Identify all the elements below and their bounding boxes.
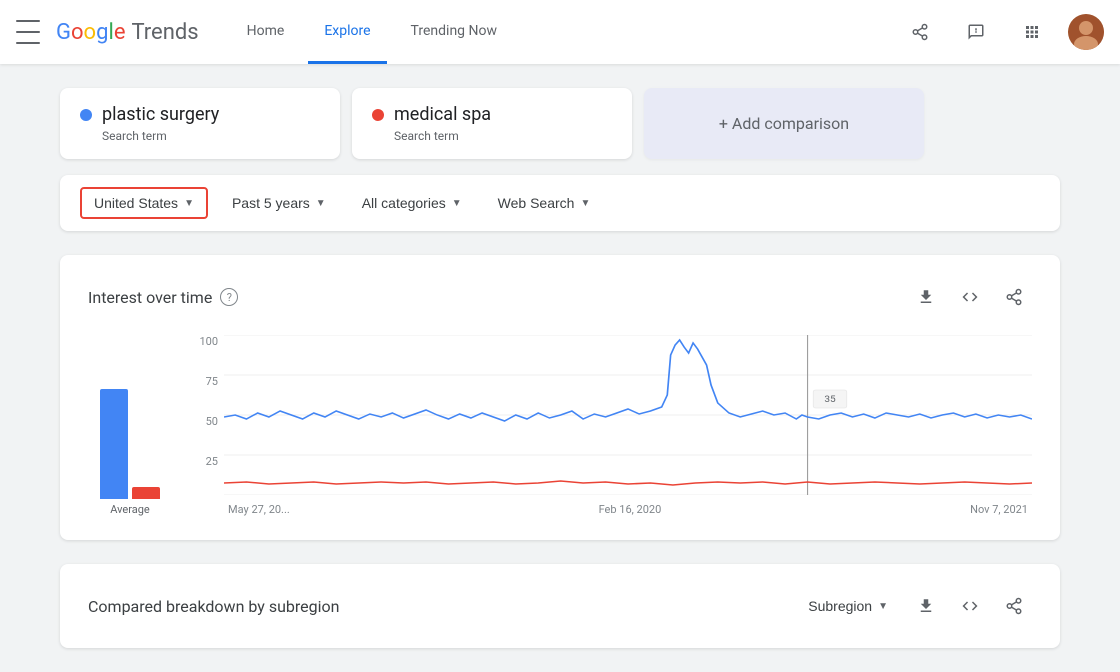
bottom-header: Compared breakdown by subregion Subregio… (88, 588, 1032, 624)
dot-red-2 (372, 109, 384, 121)
chart-tooltip: 35 (813, 390, 847, 408)
y-label-50: 50 (188, 415, 218, 428)
x-label-mid: Feb 16, 2020 (599, 503, 662, 516)
y-label-25: 25 (188, 455, 218, 468)
blue-line (224, 340, 1032, 421)
x-label-end: Nov 7, 2021 (970, 503, 1028, 516)
red-line (224, 481, 1032, 485)
nav-explore[interactable]: Explore (308, 0, 386, 64)
chevron-down-icon-region: ▼ (184, 198, 194, 209)
y-label-100: 100 (188, 335, 218, 348)
dot-blue-1 (80, 109, 92, 121)
share-button[interactable] (900, 12, 940, 52)
chart-actions (908, 279, 1032, 315)
search-card-plastic-surgery[interactable]: plastic surgery Search term (60, 88, 340, 159)
logo: Google Trends (56, 20, 199, 45)
chevron-down-icon-time: ▼ (316, 198, 326, 209)
filter-category-label: All categories (362, 195, 446, 211)
bottom-controls: Subregion ▼ (796, 588, 1032, 624)
download-chart-button[interactable] (908, 279, 944, 315)
search-card-medical-spa[interactable]: medical spa Search term (352, 88, 632, 159)
card-header-2: medical spa (372, 104, 612, 125)
embed-subregion-button[interactable] (952, 588, 988, 624)
chart-main: 100 75 50 25 (188, 335, 1032, 516)
logo-trends-text: Trends (131, 20, 198, 45)
x-label-start: May 27, 20... (228, 503, 290, 516)
menu-icon[interactable] (16, 20, 40, 44)
share-subregion-button[interactable] (996, 588, 1032, 624)
filter-region-label: United States (94, 195, 178, 211)
subregion-button[interactable]: Subregion ▼ (796, 592, 900, 620)
main-content: plastic surgery Search term medical spa … (0, 64, 1120, 672)
search-term-2: medical spa (394, 104, 491, 125)
download-subregion-button[interactable] (908, 588, 944, 624)
card-header-1: plastic surgery (80, 104, 320, 125)
header-actions (900, 12, 1104, 52)
avg-bar-red (132, 487, 160, 499)
y-label-75: 75 (188, 375, 218, 388)
avg-bar-blue (100, 389, 128, 499)
filter-search-type[interactable]: Web Search ▼ (486, 189, 603, 217)
search-type-1: Search term (102, 129, 320, 143)
help-icon[interactable]: ? (220, 288, 238, 306)
chart-title: Interest over time (88, 288, 212, 307)
avatar[interactable] (1068, 14, 1104, 50)
chevron-down-icon-search-type: ▼ (580, 198, 590, 209)
filter-search-type-label: Web Search (498, 195, 575, 211)
chart-section: Interest over time ? (60, 255, 1060, 540)
chart-area: Average 100 75 50 25 (88, 335, 1032, 516)
search-term-1: plastic surgery (102, 104, 219, 125)
share-chart-button[interactable] (996, 279, 1032, 315)
bottom-title: Compared breakdown by subregion (88, 597, 339, 616)
filter-region[interactable]: United States ▼ (80, 187, 208, 219)
search-type-2: Search term (394, 129, 612, 143)
main-nav: Home Explore Trending Now (231, 0, 900, 64)
chevron-down-icon-subregion: ▼ (878, 601, 888, 612)
filter-time[interactable]: Past 5 years ▼ (220, 189, 338, 217)
filter-category[interactable]: All categories ▼ (350, 189, 474, 217)
filter-time-label: Past 5 years (232, 195, 310, 211)
chart-header: Interest over time ? (88, 279, 1032, 315)
search-cards-container: plastic surgery Search term medical spa … (60, 88, 1060, 159)
chart-title-container: Interest over time ? (88, 288, 238, 307)
filter-bar: United States ▼ Past 5 years ▼ All categ… (60, 175, 1060, 231)
add-comparison-label: + Add comparison (719, 114, 849, 133)
embed-chart-button[interactable] (952, 279, 988, 315)
nav-trending[interactable]: Trending Now (395, 0, 513, 64)
avg-label: Average (110, 503, 150, 516)
chart-svg: 35 (224, 335, 1032, 495)
svg-text:35: 35 (824, 394, 835, 404)
feedback-button[interactable] (956, 12, 996, 52)
bottom-section: Compared breakdown by subregion Subregio… (60, 564, 1060, 648)
nav-home[interactable]: Home (231, 0, 301, 64)
header: Google Trends Home Explore Trending Now (0, 0, 1120, 64)
add-comparison-button[interactable]: + Add comparison (644, 88, 924, 159)
apps-button[interactable] (1012, 12, 1052, 52)
chart-average: Average (88, 359, 188, 516)
chevron-down-icon-category: ▼ (452, 198, 462, 209)
subregion-label: Subregion (808, 598, 872, 614)
avg-bar-container (100, 359, 160, 499)
